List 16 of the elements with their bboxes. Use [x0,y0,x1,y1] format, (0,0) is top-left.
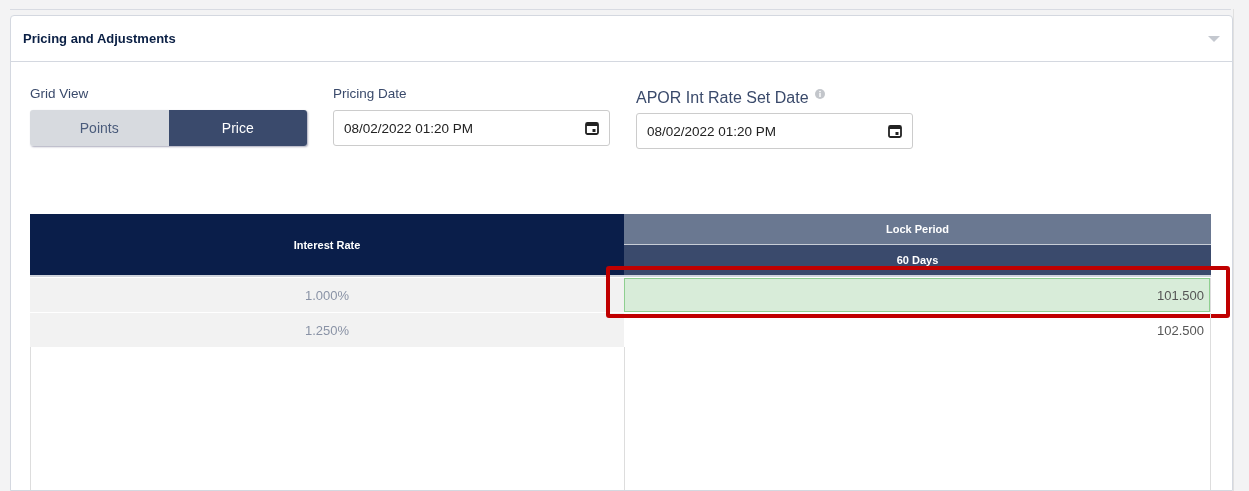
pricing-date-label: Pricing Date [333,86,408,102]
price-cell[interactable]: 101.500 [624,278,1210,312]
apor-date-field[interactable]: 08/02/2022 01:20 PM [636,113,913,149]
grid-view-option[interactable]: Points [30,110,169,146]
grid-view-label: Grid View [30,86,90,102]
apor-date-label: APOR Int Rate Set Date [636,89,809,108]
rate-cell: 1.250% [30,313,624,347]
calendar-icon[interactable] [585,121,599,135]
grid-view-option[interactable]: Price [168,110,307,146]
pricing-date-field[interactable]: 08/02/2022 01:20 PM [333,110,610,146]
column-header: Interest Rate [30,214,624,277]
price-cell[interactable]: 102.500 [624,313,1210,347]
calendar-icon[interactable] [888,124,902,138]
rate-cell: 1.000% [30,278,624,312]
column-group-header: Lock Period [624,214,1211,245]
panel-title: Pricing and Adjustments [23,31,176,46]
